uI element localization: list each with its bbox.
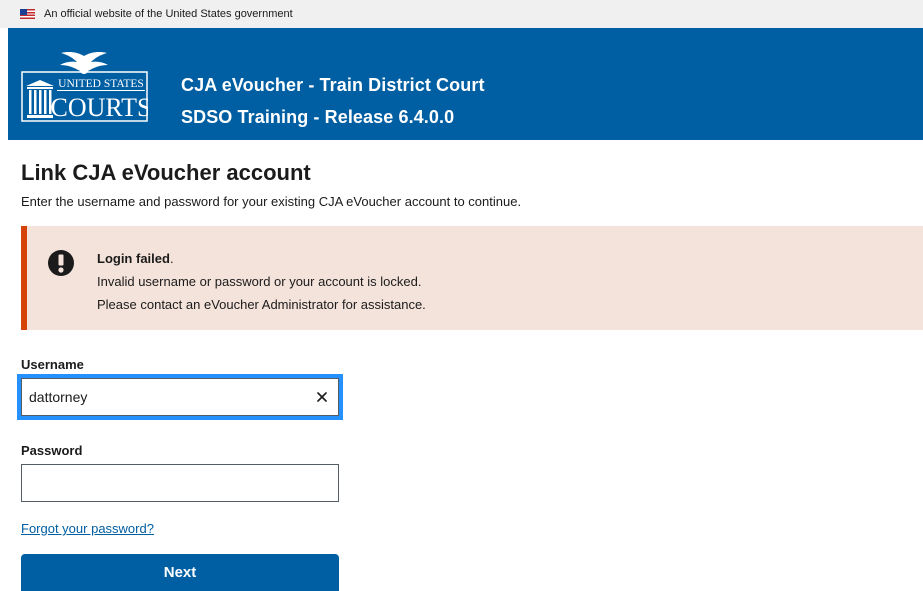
gov-banner-text: An official website of the United States… bbox=[44, 8, 293, 20]
site-subtitle: SDSO Training - Release 6.4.0.0 bbox=[181, 107, 455, 127]
username-label: Username bbox=[21, 357, 84, 372]
password-label: Password bbox=[21, 443, 83, 458]
site-header: UNITED STATES COURTS CJA eVoucher - Trai… bbox=[8, 28, 923, 140]
us-courts-logo-icon[interactable]: UNITED STATES COURTS bbox=[21, 50, 148, 123]
page-intro: Enter the username and password for your… bbox=[21, 194, 522, 209]
username-field bbox=[17, 374, 343, 420]
page-title: Link CJA eVoucher account bbox=[21, 160, 311, 185]
logo-text-top: UNITED STATES bbox=[58, 78, 144, 90]
password-field bbox=[21, 464, 339, 502]
alert-heading: Login failed. bbox=[97, 251, 174, 266]
logo-text-bottom: COURTS bbox=[50, 93, 148, 122]
site-title: CJA eVoucher - Train District Court bbox=[181, 75, 485, 95]
alert-message-line-1: Invalid username or password or your acc… bbox=[97, 274, 422, 289]
alert-message-line-2: Please contact an eVoucher Administrator… bbox=[97, 297, 426, 312]
username-input[interactable] bbox=[17, 374, 343, 420]
close-icon[interactable] bbox=[313, 388, 331, 406]
exclamation-circle-icon bbox=[48, 250, 74, 276]
us-flag-icon bbox=[20, 9, 35, 19]
gov-banner: An official website of the United States… bbox=[0, 0, 923, 28]
error-alert: Login failed. Invalid username or passwo… bbox=[21, 226, 923, 330]
forgot-password-link[interactable]: Forgot your password? bbox=[21, 521, 154, 536]
password-input[interactable] bbox=[21, 464, 339, 502]
next-button[interactable]: Next bbox=[21, 554, 339, 591]
